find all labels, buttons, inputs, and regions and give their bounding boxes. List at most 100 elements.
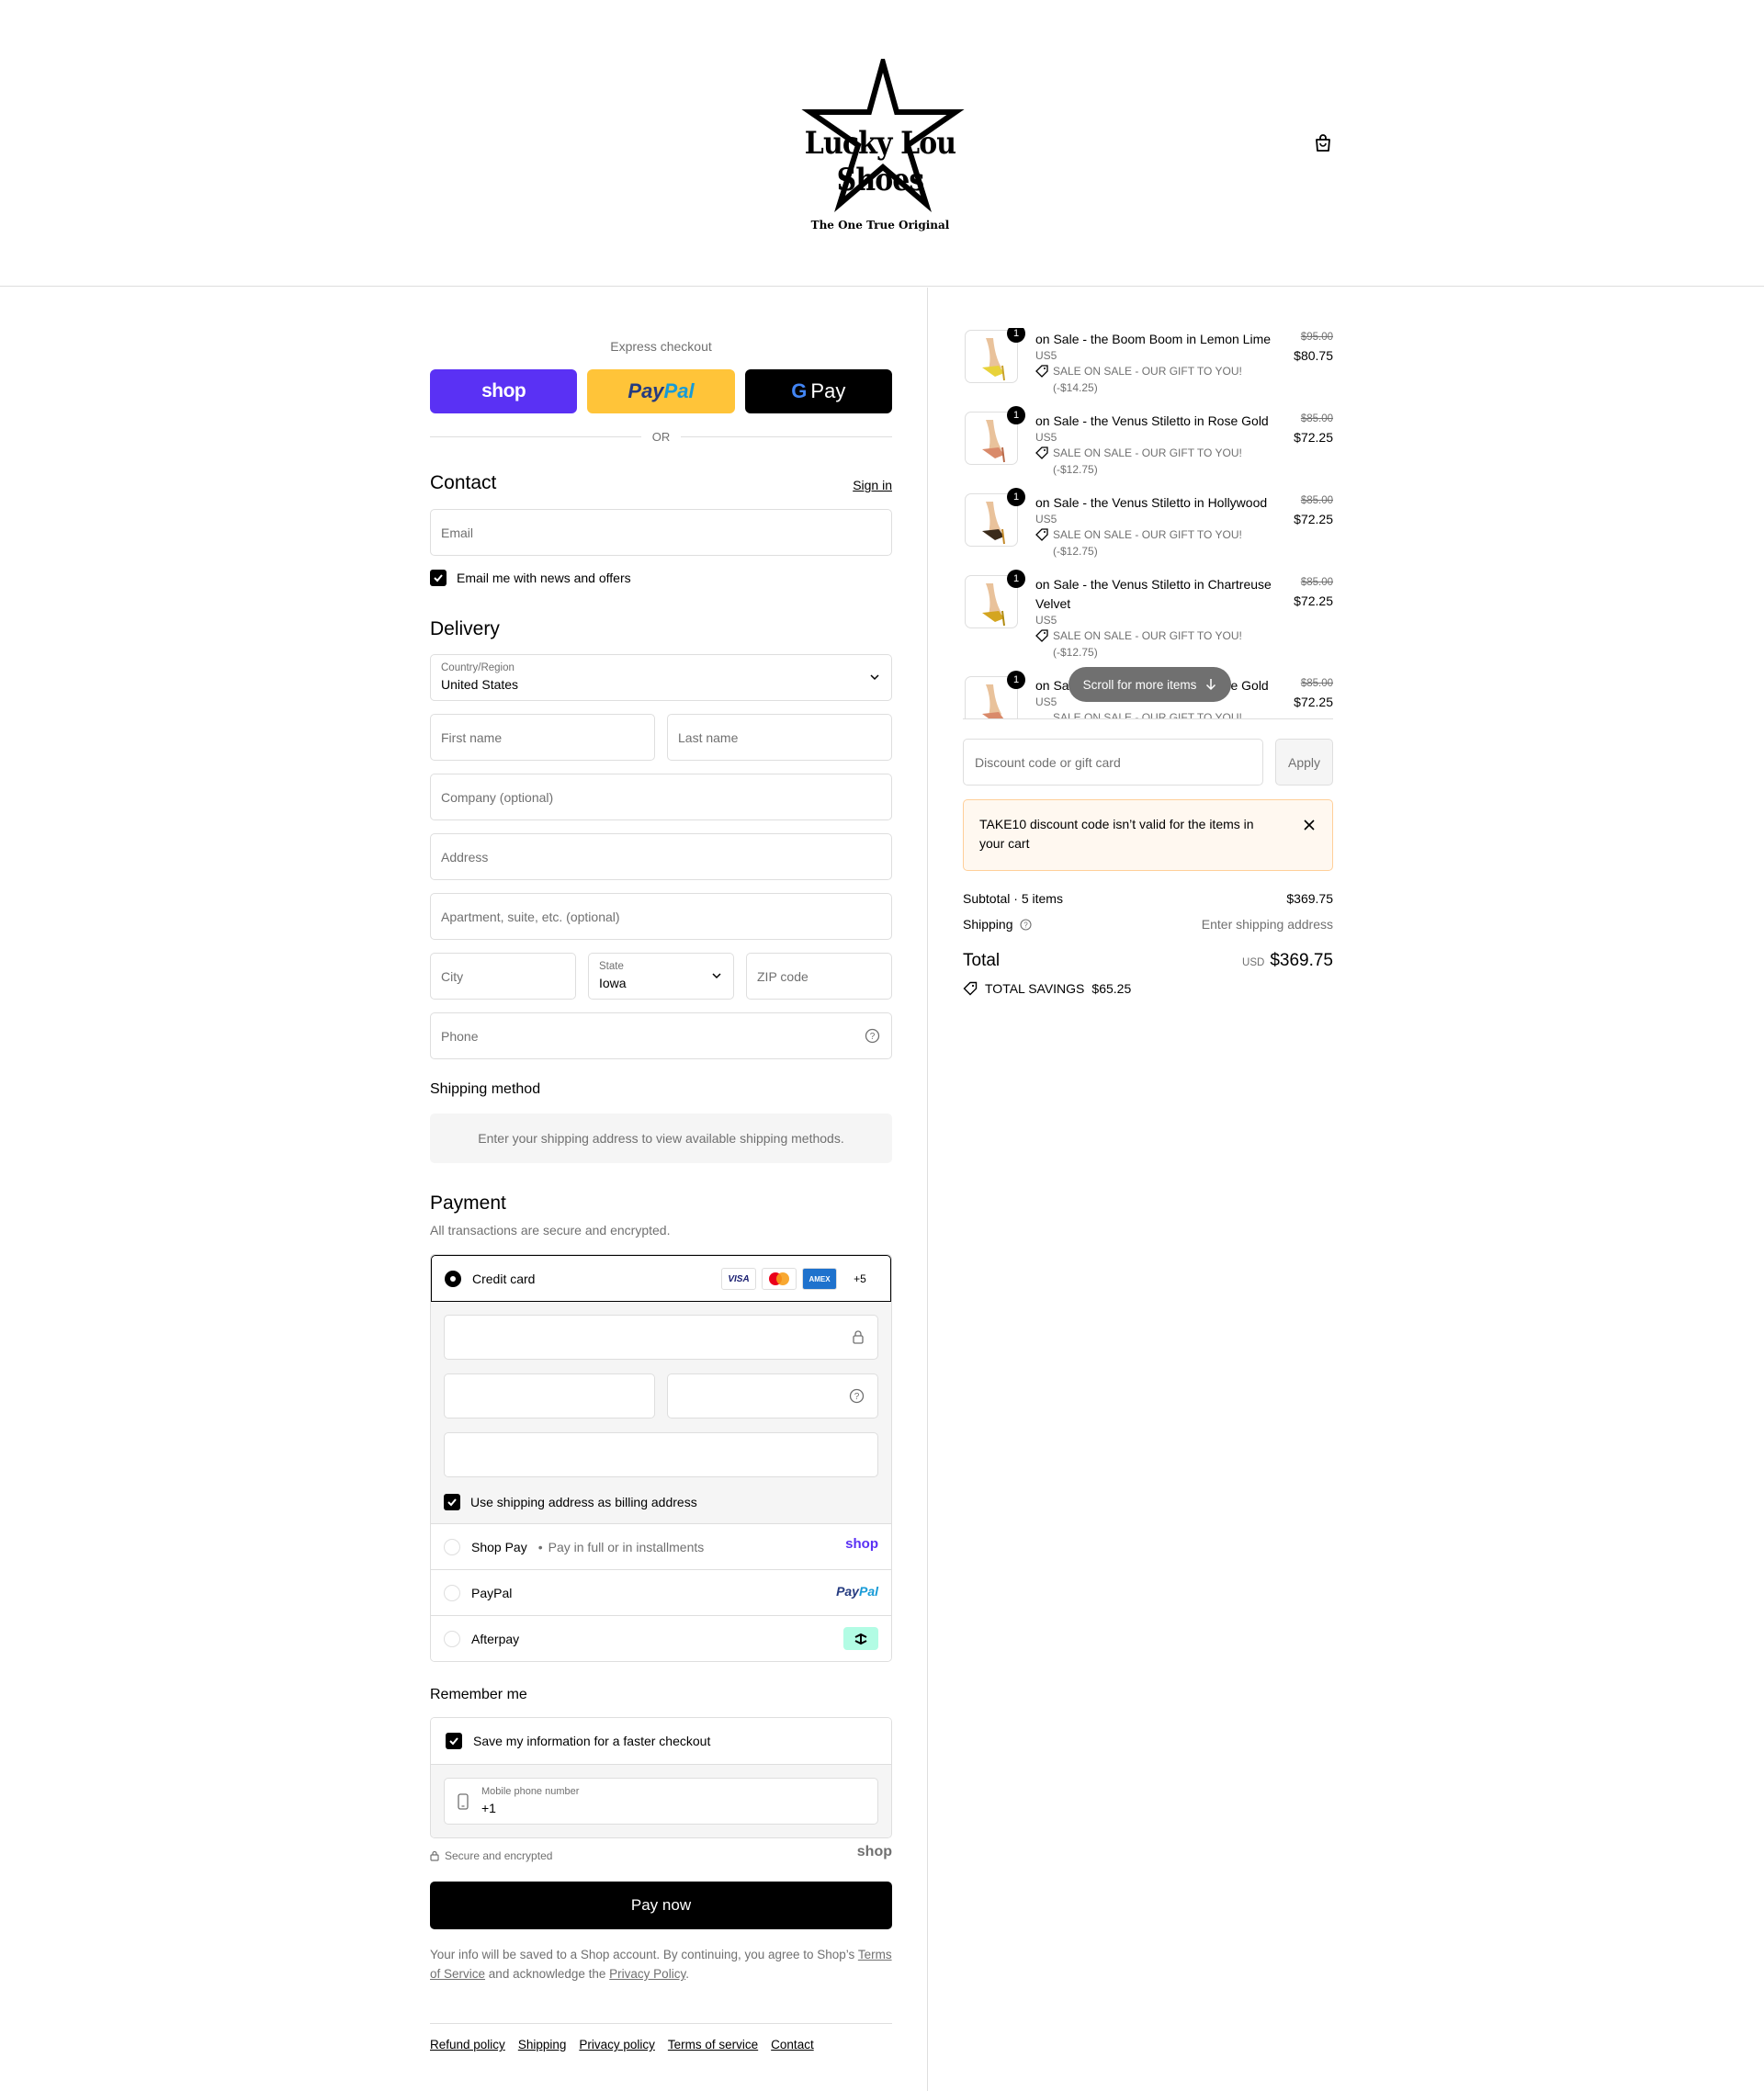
paypal-express-button[interactable]: Pay Pal xyxy=(587,369,735,413)
lock-icon xyxy=(853,1330,864,1344)
item-price: $72.25 xyxy=(1294,430,1333,445)
country-select[interactable]: Country/Region United States xyxy=(430,654,892,701)
card-number-field[interactable] xyxy=(444,1315,878,1360)
shipping-row: Shipping ? Enter shipping address xyxy=(963,917,1333,932)
phone-field[interactable]: Phone ? xyxy=(430,1012,892,1059)
discount-code-field[interactable]: Discount code or gift card xyxy=(963,739,1263,786)
shipping-label: Shipping xyxy=(963,917,1013,932)
quantity-badge: 1 xyxy=(1007,488,1025,506)
item-original-price: $95.00 xyxy=(1300,332,1333,343)
afterpay-option-label: Afterpay xyxy=(471,1631,520,1646)
amex-icon: AMEX xyxy=(802,1268,837,1290)
apply-discount-button[interactable]: Apply xyxy=(1275,739,1333,786)
shop-pay-sub-label: Pay in full or in installments xyxy=(548,1539,705,1554)
pay-now-button[interactable]: Pay now xyxy=(430,1882,892,1929)
google-pay-express-button[interactable]: G Pay xyxy=(744,369,892,413)
address-placeholder: Address xyxy=(441,849,489,865)
item-price: $80.75 xyxy=(1294,348,1333,363)
footer-shipping-link[interactable]: Shipping xyxy=(518,2038,567,2051)
close-icon[interactable] xyxy=(1303,819,1316,831)
chevron-down-icon xyxy=(870,674,879,681)
discount-tag-icon xyxy=(1035,528,1048,541)
city-field[interactable]: City xyxy=(430,953,576,1000)
paypal-radio[interactable] xyxy=(444,1584,460,1601)
cart-bag-icon[interactable] xyxy=(1312,132,1334,154)
item-name: on Sale - the Venus Stiletto in Rose Gol… xyxy=(1035,413,1269,428)
news-offers-checkbox[interactable] xyxy=(430,570,447,586)
google-g-icon: G xyxy=(791,379,808,402)
footer-terms-link[interactable]: Terms of service xyxy=(668,2038,758,2051)
secure-label: Secure and encrypted xyxy=(445,1849,553,1862)
shipping-method-heading: Shipping method xyxy=(430,1081,541,1097)
country-value: United States xyxy=(441,677,519,692)
city-placeholder: City xyxy=(441,968,464,984)
expiration-date-field[interactable] xyxy=(444,1373,655,1418)
cart-items-list[interactable]: 1 on Sale - the Boom Boom in Lemon Lime … xyxy=(963,328,1333,719)
apartment-field[interactable]: Apartment, suite, etc. (optional) xyxy=(430,893,892,940)
country-label: Country/Region xyxy=(441,662,514,673)
remember-mobile-section: Mobile phone number +1 xyxy=(431,1764,891,1837)
item-discount: SALE ON SALE - OUR GIFT TO YOU! (-$12.75… xyxy=(1035,526,1242,559)
afterpay-option[interactable]: Afterpay xyxy=(431,1615,891,1661)
item-discount: SALE ON SALE - OUR GIFT TO YOU! (-$14.25… xyxy=(1035,363,1242,396)
news-offers-checkbox-row[interactable]: Email me with news and offers xyxy=(430,570,631,586)
currency-code: USD xyxy=(1242,957,1265,968)
footer-privacy-policy-link[interactable]: Privacy policy xyxy=(579,2038,655,2051)
paypal-label-part1: Pay xyxy=(628,379,664,402)
delivery-heading: Delivery xyxy=(430,618,500,639)
svg-text:?: ? xyxy=(1024,921,1029,930)
company-field[interactable]: Company (optional) xyxy=(430,774,892,820)
mobile-phone-field[interactable]: Mobile phone number +1 xyxy=(444,1778,878,1825)
email-field[interactable]: Email xyxy=(430,509,892,556)
help-circle-icon[interactable]: ? xyxy=(849,1388,865,1404)
sign-in-link[interactable]: Sign in xyxy=(853,478,892,492)
brand-logo[interactable]: Lucky Lou Shoes The One True Original xyxy=(776,59,984,235)
visa-icon: VISA xyxy=(721,1268,756,1290)
shipping-value: Enter shipping address xyxy=(1201,917,1333,932)
save-info-checkbox-row[interactable]: Save my information for a faster checkou… xyxy=(431,1718,891,1764)
item-variant: US5 xyxy=(1035,349,1057,362)
remember-me-heading: Remember me xyxy=(430,1687,527,1702)
mobile-phone-value: +1 xyxy=(481,1801,496,1815)
privacy-policy-link[interactable]: Privacy Policy xyxy=(609,1967,685,1981)
credit-card-option[interactable]: Credit card VISA AMEX +5 xyxy=(431,1255,891,1302)
shop-pay-express-button[interactable]: shop xyxy=(430,369,578,413)
quantity-badge: 1 xyxy=(1007,328,1025,343)
security-code-field[interactable]: ? xyxy=(667,1373,878,1418)
subtotal-row: Subtotal · 5 items $369.75 xyxy=(963,891,1333,906)
shop-pay-option[interactable]: Shop Pay • Pay in full or in installment… xyxy=(431,1523,891,1569)
item-original-price: $85.00 xyxy=(1300,577,1333,588)
help-circle-icon[interactable]: ? xyxy=(865,1028,880,1044)
credit-card-radio[interactable] xyxy=(445,1270,461,1287)
item-original-price: $85.00 xyxy=(1300,678,1333,689)
item-price: $72.25 xyxy=(1294,695,1333,709)
footer-contact-link[interactable]: Contact xyxy=(771,2038,814,2051)
help-circle-icon[interactable]: ? xyxy=(1020,919,1032,931)
discount-tag-icon xyxy=(1035,446,1048,459)
more-cards-count: +5 xyxy=(854,1272,866,1285)
paypal-label-part2: Pal xyxy=(663,379,695,402)
item-name: on Sale - the Venus Stiletto in Chartreu… xyxy=(1035,577,1272,611)
savings-value: $65.25 xyxy=(1091,981,1132,996)
address-field[interactable]: Address xyxy=(430,833,892,880)
billing-same-checkbox-row[interactable]: Use shipping address as billing address xyxy=(444,1494,697,1510)
paypal-logo: PayPal xyxy=(836,1584,878,1599)
svg-text:?: ? xyxy=(870,1032,876,1042)
first-name-field[interactable]: First name xyxy=(430,714,655,761)
scroll-more-items-button[interactable]: Scroll for more items xyxy=(1069,667,1231,702)
save-info-checkbox[interactable] xyxy=(446,1733,462,1749)
shop-pay-label: shop xyxy=(481,380,526,401)
paypal-option[interactable]: PayPal PayPal xyxy=(431,1569,891,1615)
payment-subtitle: All transactions are secure and encrypte… xyxy=(430,1223,671,1238)
state-label: State xyxy=(599,961,624,972)
zip-field[interactable]: ZIP code xyxy=(746,953,892,1000)
secure-note: Secure and encrypted xyxy=(430,1849,552,1862)
shop-pay-radio[interactable] xyxy=(444,1538,460,1555)
afterpay-radio[interactable] xyxy=(444,1630,460,1647)
last-name-field[interactable]: Last name xyxy=(667,714,892,761)
billing-same-checkbox[interactable] xyxy=(444,1494,460,1510)
afterpay-logo-icon xyxy=(843,1627,878,1650)
state-select[interactable]: State Iowa xyxy=(588,953,734,1000)
name-on-card-field[interactable] xyxy=(444,1432,878,1477)
footer-refund-policy-link[interactable]: Refund policy xyxy=(430,2038,505,2051)
